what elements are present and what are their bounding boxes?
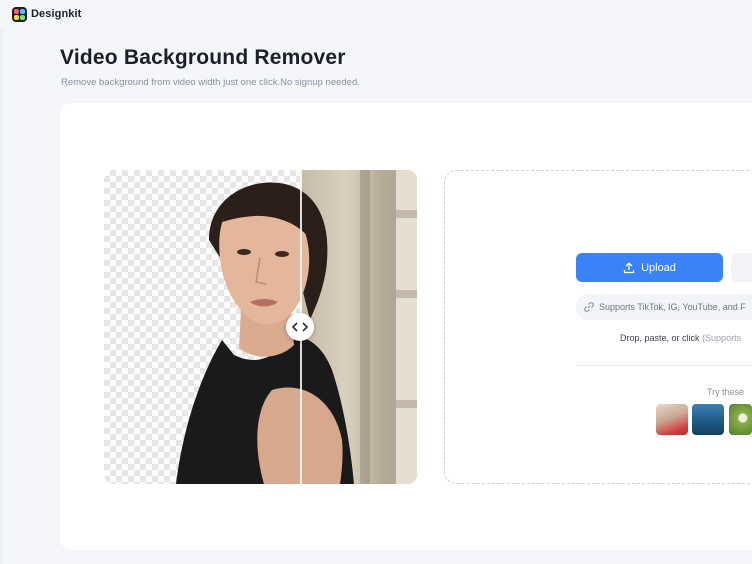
drop-hint-extra: (Supports <box>702 333 742 343</box>
page-subtitle: Remove background from video width just … <box>61 77 360 88</box>
designkit-logo-icon[interactable] <box>12 6 27 22</box>
sample-thumbnail-2[interactable] <box>692 404 724 435</box>
left-rail <box>0 28 3 564</box>
sample-thumbnail-3[interactable] <box>729 404 752 435</box>
link-icon <box>584 302 594 312</box>
brand-name[interactable]: Designkit <box>31 8 81 20</box>
compare-arrows-icon <box>292 322 308 332</box>
upload-icon <box>623 261 635 273</box>
section-divider <box>576 365 752 366</box>
top-bar: Designkit <box>0 0 752 28</box>
upload-button-label: Upload <box>641 261 676 274</box>
portrait-subject <box>176 182 354 484</box>
try-these-label: Try these <box>707 387 745 397</box>
video-url-input[interactable]: Supports TikTok, IG, YouTube, and F <box>576 294 752 320</box>
compare-handle[interactable] <box>286 313 314 341</box>
drop-hint-text: Drop, paste, or click <box>620 333 700 343</box>
drop-hint: Drop, paste, or click (Supports <box>620 333 741 343</box>
upload-button[interactable]: Upload <box>576 253 723 282</box>
secondary-button[interactable] <box>731 253 752 282</box>
sample-thumbnail-1[interactable] <box>656 404 688 435</box>
url-input-placeholder: Supports TikTok, IG, YouTube, and F <box>599 302 746 312</box>
page-title: Video Background Remover <box>60 46 346 69</box>
before-after-preview <box>104 170 417 484</box>
upload-dropzone[interactable] <box>444 170 752 484</box>
